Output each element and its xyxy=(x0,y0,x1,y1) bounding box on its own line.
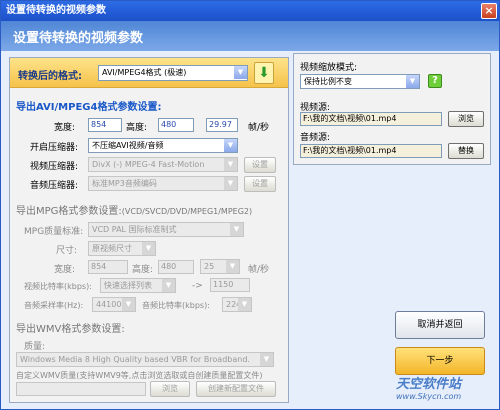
format-bar: 转换后的格式: AVI/MPEG4格式 (极速) ▼ ⬇ xyxy=(10,58,288,88)
mpg-quality-select[interactable]: VCD PAL 国际标准制式 ▼ xyxy=(88,222,244,237)
chevron-down-icon: ▼ xyxy=(260,353,273,366)
next-button[interactable]: 下一步 xyxy=(395,347,485,375)
mpg-width-label: 宽度: xyxy=(54,265,76,275)
wmv-custom-input[interactable] xyxy=(16,382,146,396)
chevron-down-icon: ▼ xyxy=(406,75,419,88)
mpg-fps-value: 25 xyxy=(204,262,215,271)
video-bitrate-select[interactable]: 快速选择列表 ▼ xyxy=(100,278,176,293)
chevron-down-icon: ▼ xyxy=(224,139,237,152)
compressor-select[interactable]: 不压缩AVI视频/音频 ▼ xyxy=(88,138,238,153)
chevron-down-icon: ▼ xyxy=(226,260,239,273)
mpg-quality-value: VCD PAL 国际标准制式 xyxy=(92,225,177,234)
video-compressor-label: 视频压缩器: xyxy=(30,162,79,172)
wmv-custom-label: 自定义WMV质量(支持WMV9等,点击浏览选取或自创建质量配置文件) xyxy=(16,371,263,380)
avi-width-input[interactable]: 854 xyxy=(88,118,122,132)
avi-fps-input[interactable]: 29.97 xyxy=(206,118,238,132)
audio-bitrate-label: 音频比特率(kbps): xyxy=(142,301,210,310)
format-label: 转换后的格式: xyxy=(18,71,82,82)
help-icon[interactable]: ? xyxy=(428,74,442,88)
watermark-url: www.Skycn.com xyxy=(396,392,462,401)
avi-section-title: 导出AVI/MPEG4格式参数设置: xyxy=(16,102,162,113)
audio-settings-button[interactable]: 设置 xyxy=(244,176,276,192)
scale-mode-select[interactable]: 保持比例不变 ▼ xyxy=(300,74,420,89)
audio-source-input[interactable]: F:\我的文档\视频\01.mp4 xyxy=(300,144,442,158)
chevron-down-icon: ▼ xyxy=(142,242,155,255)
source-panel: 视频缩放模式: 保持比例不变 ▼ ? 视频源: F:\我的文档\视频\01.mp… xyxy=(293,53,491,165)
download-arrow-icon[interactable]: ⬇ xyxy=(254,62,274,84)
dialog-window: 设置待转换的视频参数 × 设置待转换的视频参数 转换后的格式: AVI/MPEG… xyxy=(0,0,500,410)
audio-replace-button[interactable]: 替换 xyxy=(448,143,484,159)
compressor-value: 不压缩AVI视频/音频 xyxy=(92,141,164,150)
format-select[interactable]: AVI/MPEG4格式 (极速) ▼ xyxy=(98,65,248,81)
wmv-quality-select[interactable]: Windows Media 8 High Quality based VBR f… xyxy=(16,352,274,367)
chevron-down-icon: ▼ xyxy=(234,66,247,79)
video-settings-button[interactable]: 设置 xyxy=(244,157,276,173)
video-compressor-select[interactable]: DivX (-) MPEG-4 Fast-Motion ▼ xyxy=(88,157,238,172)
wmv-create-button[interactable]: 创建新配置文件 xyxy=(196,381,276,397)
video-source-input[interactable]: F:\我的文档\视频\01.mp4 xyxy=(300,112,442,126)
mpg-section-title: 导出MPG格式参数设置:(VCD/SVCD/DVD/MPEG1/MPEG2) xyxy=(16,202,252,217)
title-bar: 设置待转换的视频参数 × xyxy=(1,1,499,21)
video-bitrate-value: 快速选择列表 xyxy=(104,281,152,290)
wmv-quality-label: 质量: xyxy=(24,342,46,352)
mpg-width-input[interactable]: 854 xyxy=(88,260,128,274)
chevron-down-icon: ▼ xyxy=(238,298,251,311)
cancel-return-button[interactable]: 取消并返回 xyxy=(395,311,485,339)
chevron-down-icon: ▼ xyxy=(162,279,175,292)
audio-compressor-select[interactable]: 标准MP3音频编码 ▼ xyxy=(88,176,238,191)
watermark-title: 天空软件站 xyxy=(396,377,462,392)
audio-sample-value: 44100 xyxy=(96,300,122,309)
avi-height-input[interactable]: 480 xyxy=(158,118,194,132)
mpg-height-input[interactable]: 480 xyxy=(158,260,194,274)
audio-bitrate-select[interactable]: 224 ▼ xyxy=(222,297,252,312)
left-panel: 转换后的格式: AVI/MPEG4格式 (极速) ▼ ⬇ 导出AVI/MPEG4… xyxy=(9,57,289,403)
close-button[interactable]: × xyxy=(481,3,497,19)
wmv-browse-button[interactable]: 浏览 xyxy=(150,381,190,397)
mpg-size-value: 原视频尺寸 xyxy=(92,244,132,253)
avi-height-label: 高度: xyxy=(126,123,148,133)
header-banner: 设置待转换的视频参数 xyxy=(1,21,499,51)
chevron-down-icon: ▼ xyxy=(224,158,237,171)
mpg-fps-unit: 帧/秒 xyxy=(248,265,270,275)
page-title: 设置待转换的视频参数 xyxy=(13,31,144,46)
audio-sample-label: 音频采样率(Hz): xyxy=(24,301,84,310)
avi-fps-unit: 帧/秒 xyxy=(248,123,270,133)
video-compressor-value: DivX (-) MPEG-4 Fast-Motion xyxy=(92,160,205,169)
mpg-height-label: 高度: xyxy=(132,265,154,275)
arrow-label: -> xyxy=(192,281,203,291)
avi-width-label: 宽度: xyxy=(54,123,76,133)
video-browse-button[interactable]: 浏览 xyxy=(448,111,484,127)
chevron-down-icon: ▼ xyxy=(122,298,135,311)
wmv-quality-value: Windows Media 8 High Quality based VBR f… xyxy=(20,355,250,364)
site-watermark: 天空软件站 www.Skycn.com xyxy=(396,373,496,401)
audio-compressor-label: 音频压缩器: xyxy=(30,181,79,191)
mpg-quality-label: MPG质量标准: xyxy=(24,227,84,237)
audio-sample-select[interactable]: 44100 ▼ xyxy=(92,297,136,312)
audio-source-label: 音频源: xyxy=(300,133,331,143)
audio-compressor-value: 标准MP3音频编码 xyxy=(92,179,157,188)
wmv-section-title: 导出WMV格式参数设置: xyxy=(16,324,125,335)
scale-mode-value: 保持比例不变 xyxy=(304,77,352,86)
video-bitrate-input[interactable]: 1150 xyxy=(210,278,250,292)
mpg-section-hint: (VCD/SVCD/DVD/MPEG1/MPEG2) xyxy=(121,207,253,216)
mpg-size-select[interactable]: 原视频尺寸 ▼ xyxy=(88,241,156,256)
chevron-down-icon: ▼ xyxy=(224,177,237,190)
video-bitrate-label: 视频比特率(kbps): xyxy=(24,282,92,291)
scale-mode-label: 视频缩放模式: xyxy=(300,63,358,73)
mpg-fps-select[interactable]: 25 ▼ xyxy=(200,259,240,274)
mpg-size-label: 尺寸: xyxy=(56,246,78,256)
compressor-label: 开启压缩器: xyxy=(30,143,79,153)
window-title: 设置待转换的视频参数 xyxy=(6,5,106,16)
mpg-section-label: 导出MPG格式参数设置: xyxy=(16,206,122,217)
chevron-down-icon: ▼ xyxy=(230,223,243,236)
format-value: AVI/MPEG4格式 (极速) xyxy=(102,68,187,77)
